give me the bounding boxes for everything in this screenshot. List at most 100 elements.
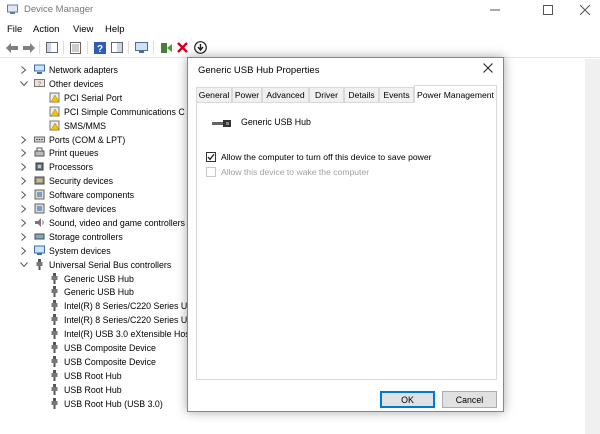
tab-power[interactable]: Power [232, 87, 262, 102]
menu-bar: File Action View Help [0, 20, 600, 38]
chevron-right-icon[interactable] [20, 176, 28, 186]
chevron-right-icon[interactable] [20, 65, 28, 75]
menu-view[interactable]: View [73, 24, 93, 35]
power-management-panel: Generic USB Hub Allow the computer to tu… [196, 102, 497, 380]
minimize-button[interactable] [480, 0, 510, 20]
properties-dialog: Generic USB Hub Properties General Power… [187, 57, 504, 412]
security-icon [34, 176, 45, 185]
maximize-icon [543, 5, 553, 15]
tab-advanced[interactable]: Advanced [262, 87, 309, 102]
usb-icon [51, 300, 58, 311]
dialog-close-button[interactable] [481, 61, 495, 75]
toolbar-separator [128, 41, 129, 54]
ok-button[interactable]: OK [380, 391, 435, 408]
toolbar-separator [63, 41, 64, 54]
software-icon [34, 189, 45, 200]
chevron-right-icon[interactable] [20, 148, 28, 158]
disable-device-button[interactable] [194, 41, 207, 54]
usb-icon [51, 342, 58, 353]
properties-button[interactable] [69, 41, 82, 54]
tree-item-label: PCI Serial Port [64, 93, 123, 103]
svg-text:?: ? [96, 44, 102, 54]
allow-wake-label: Allow this device to wake the computer [221, 167, 370, 177]
console-tree-icon [45, 42, 58, 53]
allow-turn-off-label[interactable]: Allow the computer to turn off this devi… [221, 152, 432, 162]
back-arrow-icon [5, 42, 18, 53]
tree-item-label: Universal Serial Bus controllers [49, 260, 172, 270]
title-bar[interactable]: Device Manager [0, 0, 600, 20]
usb-plug-icon [212, 120, 231, 127]
maximize-button[interactable] [533, 0, 563, 20]
tree-item-label: SMS/MMS [64, 121, 107, 131]
other-devices-icon: ? [34, 79, 45, 88]
chevron-right-icon[interactable] [20, 246, 28, 256]
toolbar-separator [153, 41, 154, 54]
update-driver-button[interactable] [159, 41, 172, 54]
dialog-title: Generic USB Hub Properties [198, 65, 320, 76]
close-icon [483, 63, 493, 73]
usb-icon [51, 384, 58, 395]
chevron-right-icon[interactable] [20, 135, 28, 145]
checkmark-icon [207, 153, 215, 161]
show-hide-tree-button[interactable] [45, 41, 58, 54]
tree-item-label: Sound, video and game controllers [49, 218, 185, 228]
toolbar-separator [87, 41, 88, 54]
tree-item-label: USB Root Hub [64, 385, 122, 395]
help-button[interactable]: ? [93, 41, 106, 54]
tab-details[interactable]: Details [344, 87, 379, 102]
tree-item-label: Software components [49, 190, 135, 200]
printer-icon [34, 147, 45, 157]
tab-driver[interactable]: Driver [309, 87, 344, 102]
sound-icon [35, 218, 44, 227]
tree-item-label: USB Composite Device [64, 357, 156, 367]
forward-button[interactable] [22, 41, 35, 54]
usb-icon [51, 370, 58, 381]
cancel-button[interactable]: Cancel [442, 391, 497, 408]
menu-help[interactable]: Help [105, 24, 125, 35]
unknown-device-icon [49, 92, 60, 103]
storage-icon [34, 233, 45, 240]
tab-power-management[interactable]: Power Management [414, 85, 497, 103]
tree-item-label: Print queues [49, 148, 99, 158]
action-view-button[interactable] [110, 41, 123, 54]
allow-turn-off-checkbox[interactable] [206, 152, 216, 162]
close-icon [580, 5, 590, 15]
usb-icon [36, 259, 43, 270]
tree-item-label: Generic USB Hub [64, 274, 134, 284]
tree-item-label: Processors [49, 162, 93, 172]
tree-item-label: Storage controllers [49, 232, 123, 242]
unknown-device-icon [49, 120, 60, 131]
close-button[interactable] [570, 0, 600, 20]
chevron-right-icon[interactable] [20, 232, 28, 242]
device-name: Generic USB Hub [241, 117, 311, 127]
chevron-right-icon[interactable] [20, 190, 28, 200]
toolbar: ? [0, 38, 600, 58]
window-title: Device Manager [24, 4, 94, 15]
menu-file[interactable]: File [7, 24, 22, 35]
chevron-right-icon[interactable] [20, 162, 28, 172]
tree-item-label: PCI Simple Communications C [64, 107, 185, 117]
device-manager-icon [7, 4, 18, 14]
tree-item-label: Intel(R) USB 3.0 eXtensible Hos [64, 329, 190, 339]
usb-icon [51, 328, 58, 339]
tree-item-label: USB Composite Device [64, 343, 156, 353]
chevron-right-icon[interactable] [20, 218, 28, 228]
view-pane-icon [110, 42, 123, 53]
unknown-device-icon [49, 106, 60, 117]
menu-action[interactable]: Action [33, 24, 59, 35]
tab-events[interactable]: Events [379, 87, 414, 102]
delete-x-icon [177, 42, 188, 53]
usb-icon [51, 286, 58, 297]
scan-hardware-button[interactable] [135, 41, 148, 54]
uninstall-device-button[interactable] [176, 41, 189, 54]
minimize-icon [490, 9, 500, 11]
tab-general[interactable]: General [196, 87, 232, 102]
chevron-down-icon[interactable] [20, 260, 28, 270]
chevron-right-icon[interactable] [20, 204, 28, 214]
chevron-down-icon[interactable] [20, 79, 28, 89]
software-icon [34, 203, 45, 214]
back-button[interactable] [5, 41, 18, 54]
port-icon [34, 136, 45, 143]
usb-icon [51, 398, 58, 409]
vertical-scrollbar[interactable] [585, 59, 600, 434]
